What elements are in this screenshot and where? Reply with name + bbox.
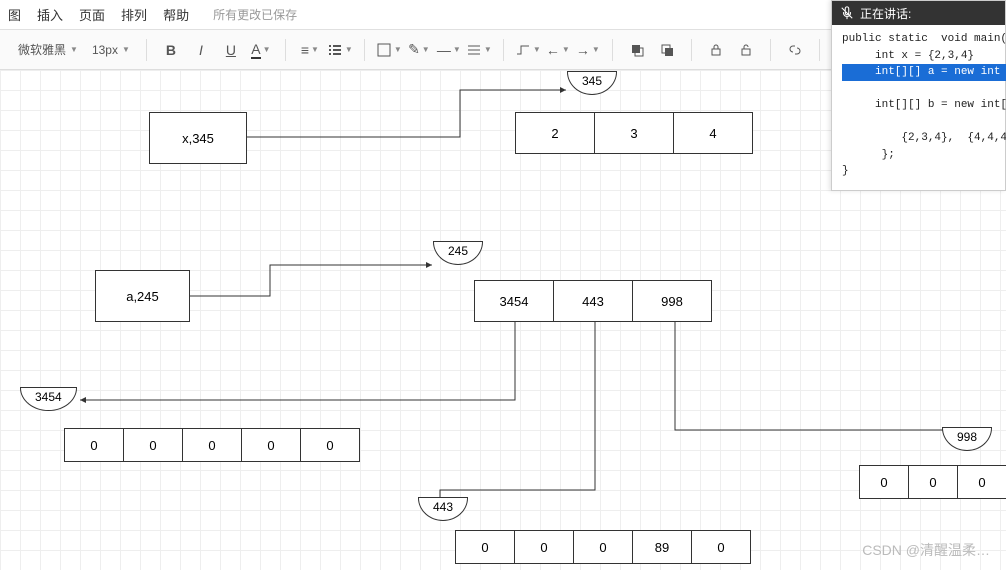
cell[interactable]: 0: [64, 428, 124, 462]
to-back-button[interactable]: [653, 36, 681, 64]
underline-button[interactable]: U: [217, 36, 245, 64]
menu-graph[interactable]: 图: [8, 5, 21, 24]
array-3454[interactable]: 0 0 0 0 0: [65, 428, 360, 462]
cell[interactable]: 89: [632, 530, 692, 564]
array-x[interactable]: 2 3 4: [516, 112, 753, 154]
fill-color-button[interactable]: ▼: [375, 36, 403, 64]
array-443[interactable]: 0 0 0 89 0: [456, 530, 751, 564]
cell[interactable]: 3: [594, 112, 674, 154]
line-color-button[interactable]: ✎▼: [405, 36, 433, 64]
tag-245[interactable]: 245: [433, 242, 483, 265]
cell[interactable]: 998: [632, 280, 712, 322]
menu-page[interactable]: 页面: [79, 5, 105, 24]
list-button[interactable]: ▼: [326, 36, 354, 64]
cell[interactable]: 0: [182, 428, 242, 462]
cell[interactable]: 0: [691, 530, 751, 564]
cell[interactable]: 0: [123, 428, 183, 462]
tag-345[interactable]: 345: [567, 72, 617, 95]
menu-help[interactable]: 帮助: [163, 5, 189, 24]
arrow-start-button[interactable]: ←▼: [544, 36, 572, 64]
cell[interactable]: 443: [553, 280, 633, 322]
menu-arrange[interactable]: 排列: [121, 5, 147, 24]
array-998[interactable]: 0 0 0: [860, 465, 1006, 499]
mic-muted-icon: [840, 6, 854, 20]
watermark: CSDN @清醒温柔…: [862, 540, 990, 560]
italic-button[interactable]: I: [187, 36, 215, 64]
bold-button[interactable]: B: [157, 36, 185, 64]
font-color-button[interactable]: A▼: [247, 36, 275, 64]
align-button[interactable]: ≡▼: [296, 36, 324, 64]
cell[interactable]: 0: [957, 465, 1006, 499]
cell[interactable]: 0: [241, 428, 301, 462]
menu-insert[interactable]: 插入: [37, 5, 63, 24]
font-size-selector[interactable]: 13px▼: [86, 36, 136, 64]
arrow-end-button[interactable]: →▼: [574, 36, 602, 64]
tag-443[interactable]: 443: [418, 498, 468, 521]
cell[interactable]: 0: [455, 530, 515, 564]
connector-style-button[interactable]: ▼: [514, 36, 542, 64]
code-block: public static void main(Strin int x = {2…: [832, 25, 1005, 190]
cell[interactable]: 2: [515, 112, 595, 154]
cell[interactable]: 0: [908, 465, 958, 499]
to-front-button[interactable]: [623, 36, 651, 64]
node-a-box[interactable]: a,245: [95, 270, 190, 322]
cell[interactable]: 0: [859, 465, 909, 499]
speaker-panel: 正在讲话: public static void main(Strin int …: [831, 0, 1006, 191]
save-status: 所有更改已保存: [213, 6, 297, 23]
link-button[interactable]: [781, 36, 809, 64]
cell[interactable]: 0: [573, 530, 633, 564]
speaker-label: 正在讲话:: [860, 5, 911, 22]
array-a[interactable]: 3454 443 998: [475, 280, 712, 322]
cell[interactable]: 0: [514, 530, 574, 564]
unlock-button[interactable]: [732, 36, 760, 64]
cell[interactable]: 0: [300, 428, 360, 462]
node-x-box[interactable]: x,345: [149, 112, 247, 164]
line-style-button[interactable]: —▼: [435, 36, 463, 64]
speaker-header: 正在讲话:: [832, 1, 1005, 25]
line-width-button[interactable]: ▼: [465, 36, 493, 64]
lock-button[interactable]: [702, 36, 730, 64]
cell[interactable]: 3454: [474, 280, 554, 322]
tag-3454[interactable]: 3454: [20, 388, 77, 411]
tag-998[interactable]: 998: [942, 428, 992, 451]
cell[interactable]: 4: [673, 112, 753, 154]
font-family-selector[interactable]: 微软雅黑▼: [12, 36, 84, 64]
